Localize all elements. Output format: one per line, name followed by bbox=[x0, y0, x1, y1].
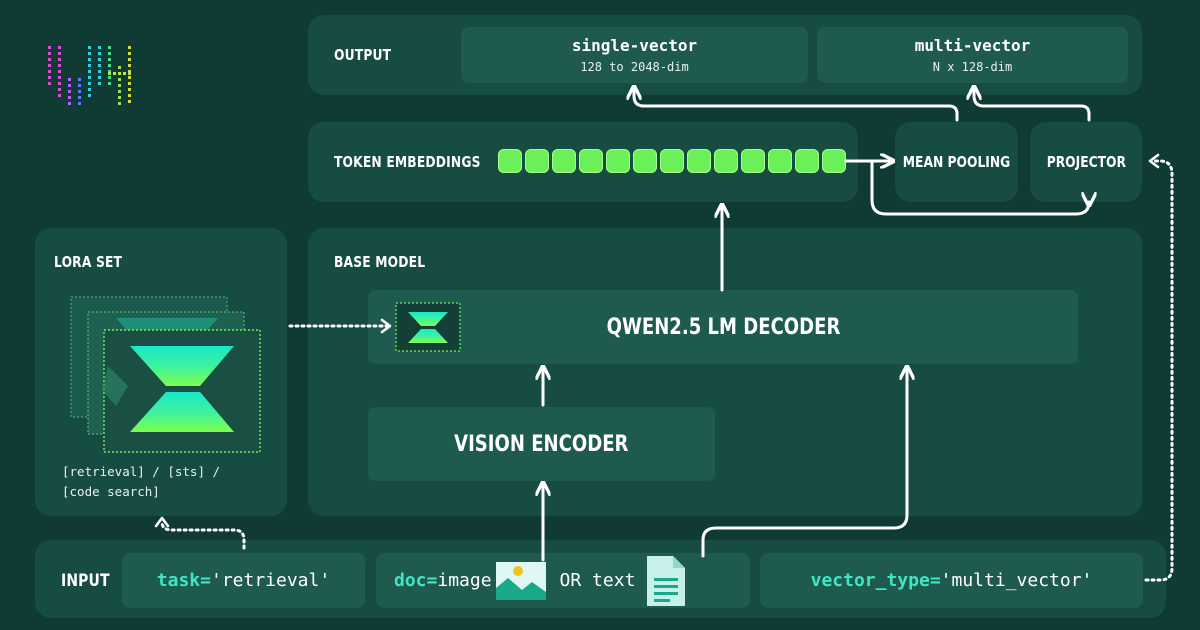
token-embedding bbox=[768, 149, 792, 173]
input-label: INPUT bbox=[61, 571, 110, 591]
token-embedding bbox=[633, 149, 657, 173]
lora-caption: [retrieval] / [sts] / [code search] bbox=[62, 462, 262, 502]
lora-chip-icon bbox=[395, 302, 461, 352]
lora-caption-line1: [retrieval] / [sts] / bbox=[62, 464, 221, 479]
single-vector-title: single-vector bbox=[571, 36, 698, 55]
vector-type-value: 'multi_vector' bbox=[940, 570, 1093, 591]
mean-pooling-label: MEAN POOLING bbox=[902, 153, 1011, 171]
task-param-box[interactable]: task='retrieval' bbox=[122, 553, 365, 608]
token-embedding bbox=[552, 149, 576, 173]
document-icon bbox=[647, 555, 686, 606]
vision-encoder-box: VISION ENCODER bbox=[368, 407, 715, 481]
token-embedding bbox=[795, 149, 819, 173]
task-key: task= bbox=[156, 570, 211, 591]
qwen-decoder-label: QWEN2.5 LM DECODER bbox=[606, 314, 840, 340]
token-embedding bbox=[822, 149, 846, 173]
token-embedding bbox=[660, 149, 684, 173]
output-panel: OUTPUT single-vector 128 to 2048-dim mul… bbox=[308, 15, 1142, 95]
single-vector-subtitle: 128 to 2048-dim bbox=[580, 60, 689, 74]
base-model-label: BASE MODEL bbox=[334, 253, 426, 271]
token-embedding bbox=[687, 149, 711, 173]
qwen-decoder-box: QWEN2.5 LM DECODER bbox=[368, 290, 1078, 364]
projector-box: PROJECTOR bbox=[1030, 122, 1142, 202]
task-value: 'retrieval' bbox=[210, 570, 331, 591]
projector-label: PROJECTOR bbox=[1046, 153, 1126, 171]
token-embedding bbox=[741, 149, 765, 173]
base-model-panel: BASE MODEL QWEN2.5 LM DECODER VISION ENC… bbox=[308, 228, 1142, 516]
vector-type-key: vector_type= bbox=[810, 570, 941, 591]
arrow-vector-to-projector bbox=[1144, 159, 1174, 582]
doc-key: doc= bbox=[394, 570, 438, 591]
multi-vector-title: multi-vector bbox=[914, 36, 1031, 55]
vector-type-param-box[interactable]: vector_type='multi_vector' bbox=[760, 553, 1143, 608]
doc-or-text: OR text bbox=[559, 570, 636, 591]
token-embeddings-label: TOKEN EMBEDDINGS bbox=[334, 153, 481, 171]
lora-stack-icon bbox=[70, 296, 261, 453]
multi-vector-box: multi-vector N x 128-dim bbox=[817, 27, 1128, 83]
token-embedding bbox=[525, 149, 549, 173]
token-embedding bbox=[714, 149, 738, 173]
input-panel: INPUT task='retrieval' doc= image OR text… bbox=[35, 540, 1166, 618]
token-embedding bbox=[579, 149, 603, 173]
image-icon bbox=[495, 561, 546, 600]
logo-icon bbox=[48, 46, 131, 105]
doc-param-box[interactable]: doc= image OR text bbox=[376, 553, 750, 608]
token-embedding bbox=[606, 149, 630, 173]
lora-set-label: LORA SET bbox=[54, 253, 123, 271]
lora-caption-line2: [code search] bbox=[62, 484, 160, 499]
token-row bbox=[498, 149, 846, 173]
doc-value-image: image bbox=[437, 570, 492, 591]
single-vector-box: single-vector 128 to 2048-dim bbox=[461, 27, 808, 83]
multi-vector-subtitle: N x 128-dim bbox=[932, 60, 1013, 74]
output-label: OUTPUT bbox=[334, 46, 392, 64]
token-embedding bbox=[498, 149, 522, 173]
mean-pooling-box: MEAN POOLING bbox=[895, 122, 1018, 202]
vision-encoder-label: VISION ENCODER bbox=[454, 431, 629, 457]
